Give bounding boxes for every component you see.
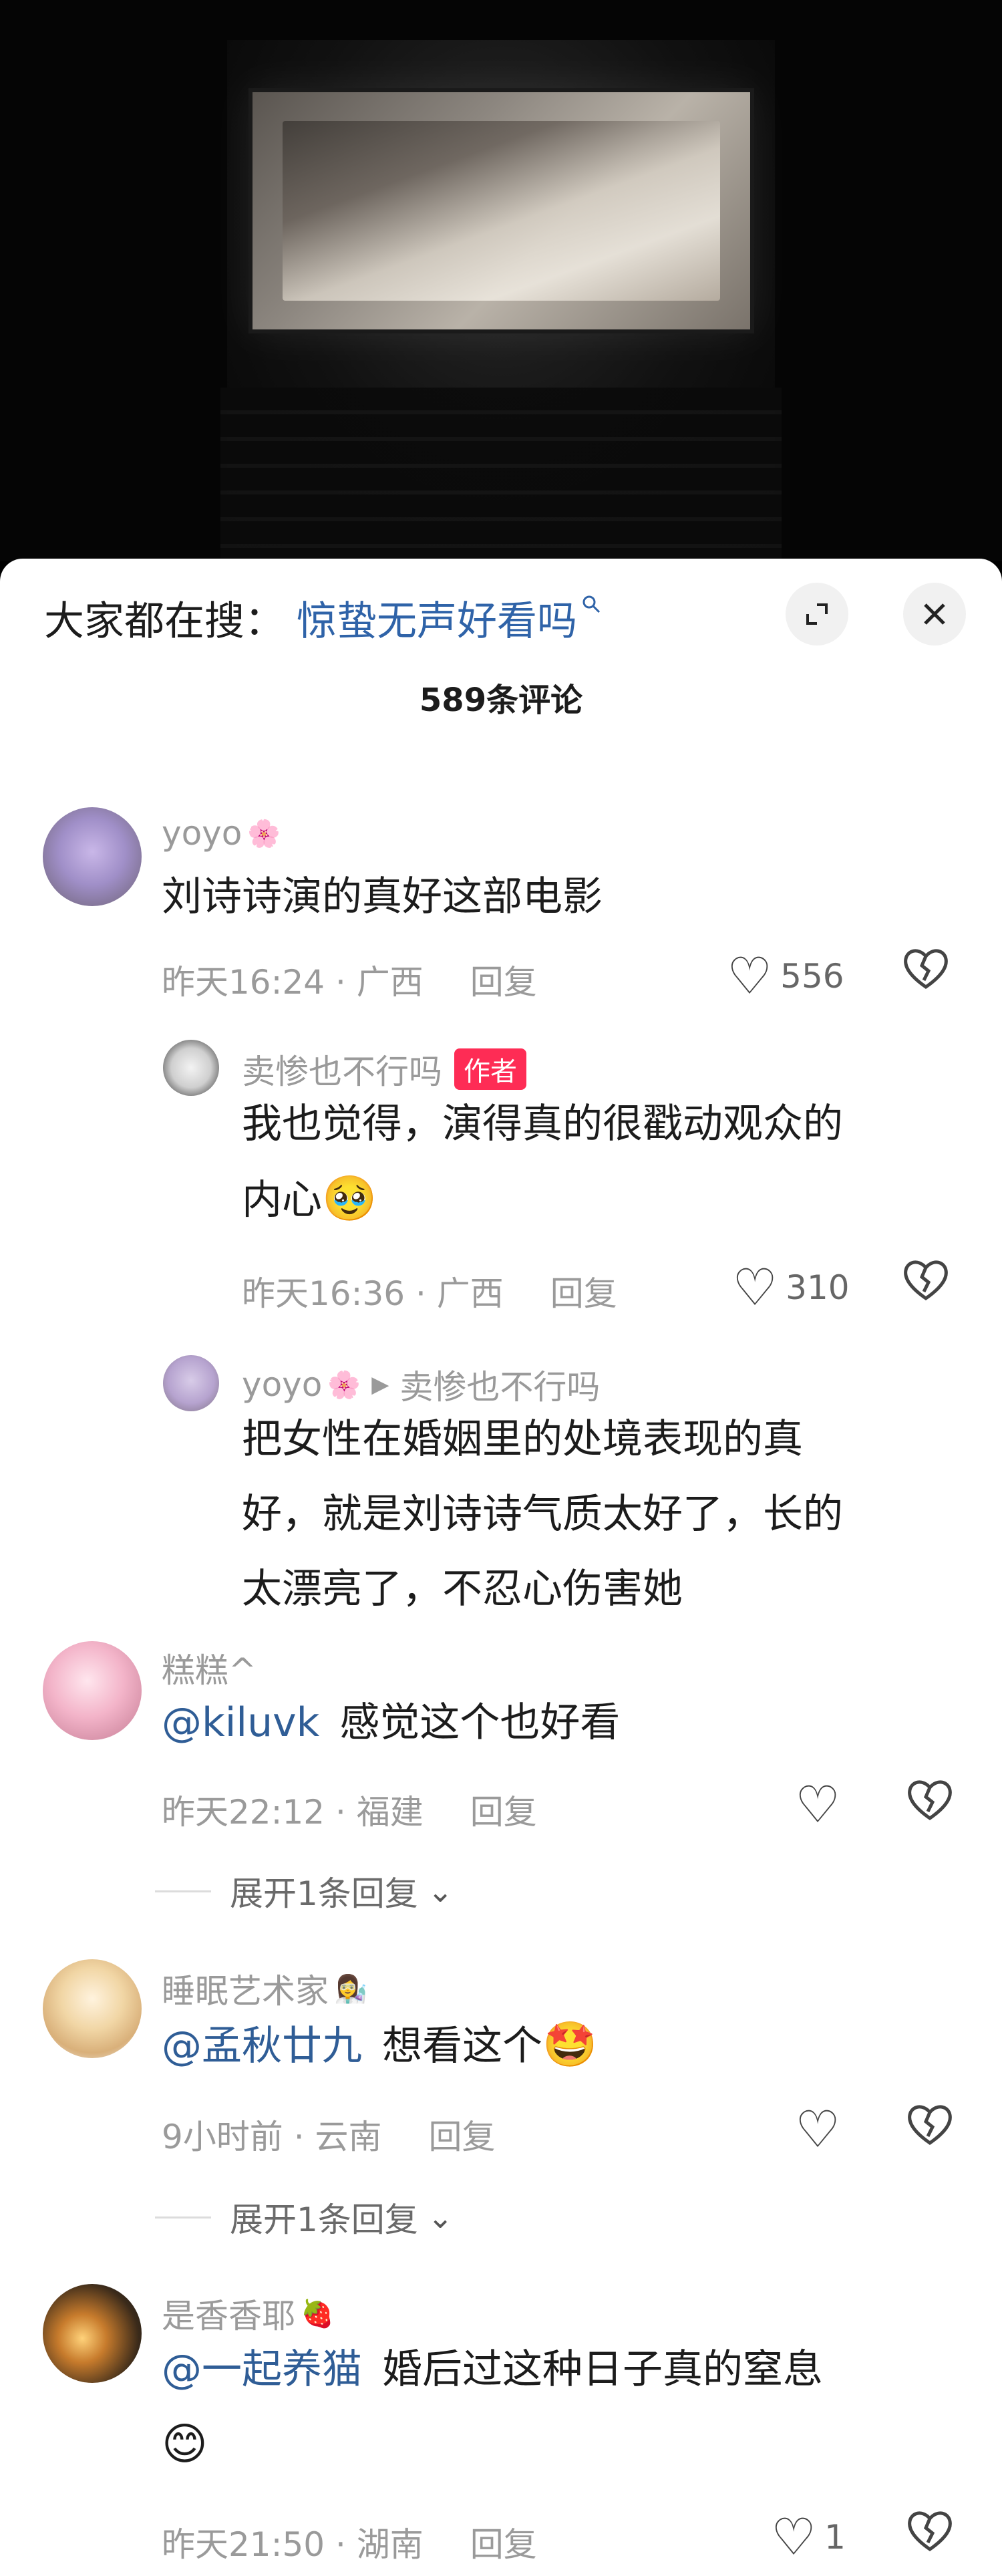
reply-text-line: 把女性在婚姻里的处境表现的真	[242, 1416, 803, 1463]
expand-label: 展开1条回复	[230, 1874, 418, 1913]
avatar[interactable]	[43, 1641, 142, 1740]
avatar[interactable]	[43, 2284, 142, 2383]
like-button[interactable]: ♡	[795, 1775, 840, 1834]
heart-icon: ♡	[727, 946, 773, 1006]
chevron-down-icon: ⌄	[427, 2199, 454, 2235]
time-location: 昨天22:12 · 福建	[162, 1793, 424, 1832]
comment-body: 感觉这个也好看	[339, 1699, 621, 1746]
mention-link[interactable]: @一起养猫	[162, 2346, 362, 2393]
avatar[interactable]	[163, 1355, 219, 1411]
comment-count: 589条评论	[419, 682, 583, 719]
comment-panel: 大家都在搜： 惊蛰无声好看吗 589条评论 yoyo 🌸 刘诗诗演的真好这部电影…	[0, 559, 1002, 2576]
reply-button[interactable]: 回复	[429, 2110, 496, 2158]
expand-replies-button[interactable]: 展开1条回复 ⌄	[155, 2193, 453, 2241]
time-location: 昨天16:24 · 广西	[162, 963, 424, 1002]
cinema-seats	[220, 388, 782, 561]
heart-icon: ♡	[771, 2507, 817, 2567]
reply-text-line: 太漂亮了，不忍心伤害她	[242, 1566, 683, 1612]
broken-heart-icon[interactable]	[902, 945, 950, 1001]
comment-text: @一起养猫 婚后过这种日子真的窒息	[162, 2332, 823, 2407]
avatar[interactable]	[43, 1959, 142, 2058]
expand-label: 展开1条回复	[230, 2200, 418, 2239]
movie-screen	[248, 88, 754, 333]
reply-button[interactable]: 回复	[470, 1785, 537, 1834]
reply-text-line: 内心🥹	[242, 1161, 377, 1238]
flower-emoji: 🌸	[327, 1369, 361, 1401]
like-button[interactable]: ♡ 556	[727, 946, 844, 1006]
search-suggestion[interactable]: 大家都在搜： 惊蛰无声好看吗	[44, 589, 601, 647]
heart-icon: ♡	[795, 1775, 841, 1834]
reply-text-line: 好，就是刘诗诗气质太好了，长的	[242, 1491, 843, 1538]
comment-username[interactable]: 是香香耶 🍓	[162, 2289, 334, 2337]
reply-button[interactable]: 回复	[550, 1267, 617, 1315]
username-text: yoyo	[242, 1365, 323, 1404]
broken-heart-icon[interactable]	[906, 2101, 954, 2157]
username-text: 睡眠艺术家	[162, 1972, 329, 2011]
comment-meta: 昨天21:50 · 湖南 回复	[162, 2518, 537, 2566]
expand-replies-button[interactable]: 展开1条回复 ⌄	[155, 1867, 453, 1915]
smile-emoji: 😊	[162, 2418, 208, 2470]
reply-arrow-icon: ▶	[371, 1371, 389, 1398]
heart-icon: ♡	[795, 2100, 841, 2159]
comment-username[interactable]: 睡眠艺术家 👩‍🔬	[162, 1965, 367, 2013]
like-button[interactable]: ♡	[795, 2100, 840, 2159]
reply-text-line: 我也觉得，演得真的很戳动观众的	[242, 1101, 843, 1147]
comment-text: @kiluvk 感觉这个也好看	[162, 1685, 620, 1760]
search-keyword[interactable]: 惊蛰无声好看吗	[297, 589, 577, 647]
time-location: 昨天21:50 · 湖南	[162, 2525, 424, 2564]
close-icon[interactable]	[903, 583, 966, 646]
comment-text-line: 😊	[162, 2407, 208, 2483]
flower-emoji: 🌸	[247, 818, 281, 849]
expand-icon[interactable]	[786, 583, 848, 646]
comment-meta: 昨天16:24 · 广西 回复	[162, 956, 537, 1004]
reply-button[interactable]: 回复	[470, 2518, 537, 2566]
search-icon[interactable]	[581, 593, 601, 620]
comment-body: 婚后过这种日子真的窒息	[382, 2346, 823, 2393]
movie-scene	[282, 120, 721, 301]
chevron-down-icon: ⌄	[427, 1873, 454, 1909]
author-badge: 作者	[454, 1048, 526, 1090]
time-location: 昨天16:36 · 广西	[242, 1274, 504, 1313]
reply-text: 内心	[242, 1177, 322, 1224]
reply-button[interactable]: 回复	[470, 956, 537, 1004]
like-button[interactable]: ♡ 1	[771, 2507, 846, 2567]
comment-text: 刘诗诗演的真好这部电影	[162, 873, 603, 920]
broken-heart-icon[interactable]	[906, 2507, 954, 2563]
like-count: 556	[780, 956, 844, 996]
mention-link[interactable]: @kiluvk	[162, 1699, 319, 1746]
mention-link[interactable]: @孟秋廿九	[162, 2023, 362, 2069]
comment-meta: 9小时前 · 云南 回复	[162, 2110, 496, 2158]
pleading-emoji: 🥹	[322, 1173, 377, 1224]
divider-line	[155, 1890, 211, 1892]
comment-body: 想看这个	[382, 2023, 542, 2069]
reply-meta: 昨天16:36 · 广西 回复	[242, 1267, 617, 1315]
avatar[interactable]	[163, 1040, 219, 1096]
heart-icon: ♡	[732, 1258, 778, 1317]
username-text: yoyo	[162, 814, 242, 853]
comment-username[interactable]: yoyo 🌸	[162, 814, 281, 853]
avatar[interactable]	[43, 807, 142, 906]
search-prefix: 大家都在搜：	[44, 597, 285, 645]
strawberry-emoji: 🍓	[301, 2298, 334, 2329]
divider-line	[155, 2216, 211, 2219]
star-eyes-emoji: 🤩	[542, 2019, 598, 2070]
broken-heart-icon[interactable]	[902, 1256, 950, 1312]
comment-text: @孟秋廿九 想看这个🤩	[162, 2007, 597, 2084]
username-text: 是香香耶	[162, 2297, 295, 2335]
video-player[interactable]	[0, 0, 1002, 561]
broken-heart-icon[interactable]	[906, 1776, 954, 1832]
like-button[interactable]: ♡ 310	[732, 1258, 850, 1317]
time-location: 9小时前 · 云南	[162, 2118, 382, 2156]
scientist-emoji: 👩‍🔬	[334, 1973, 367, 2005]
like-count: 310	[786, 1268, 850, 1307]
like-count: 1	[824, 2517, 846, 2557]
comment-meta: 昨天22:12 · 福建 回复	[162, 1785, 537, 1834]
